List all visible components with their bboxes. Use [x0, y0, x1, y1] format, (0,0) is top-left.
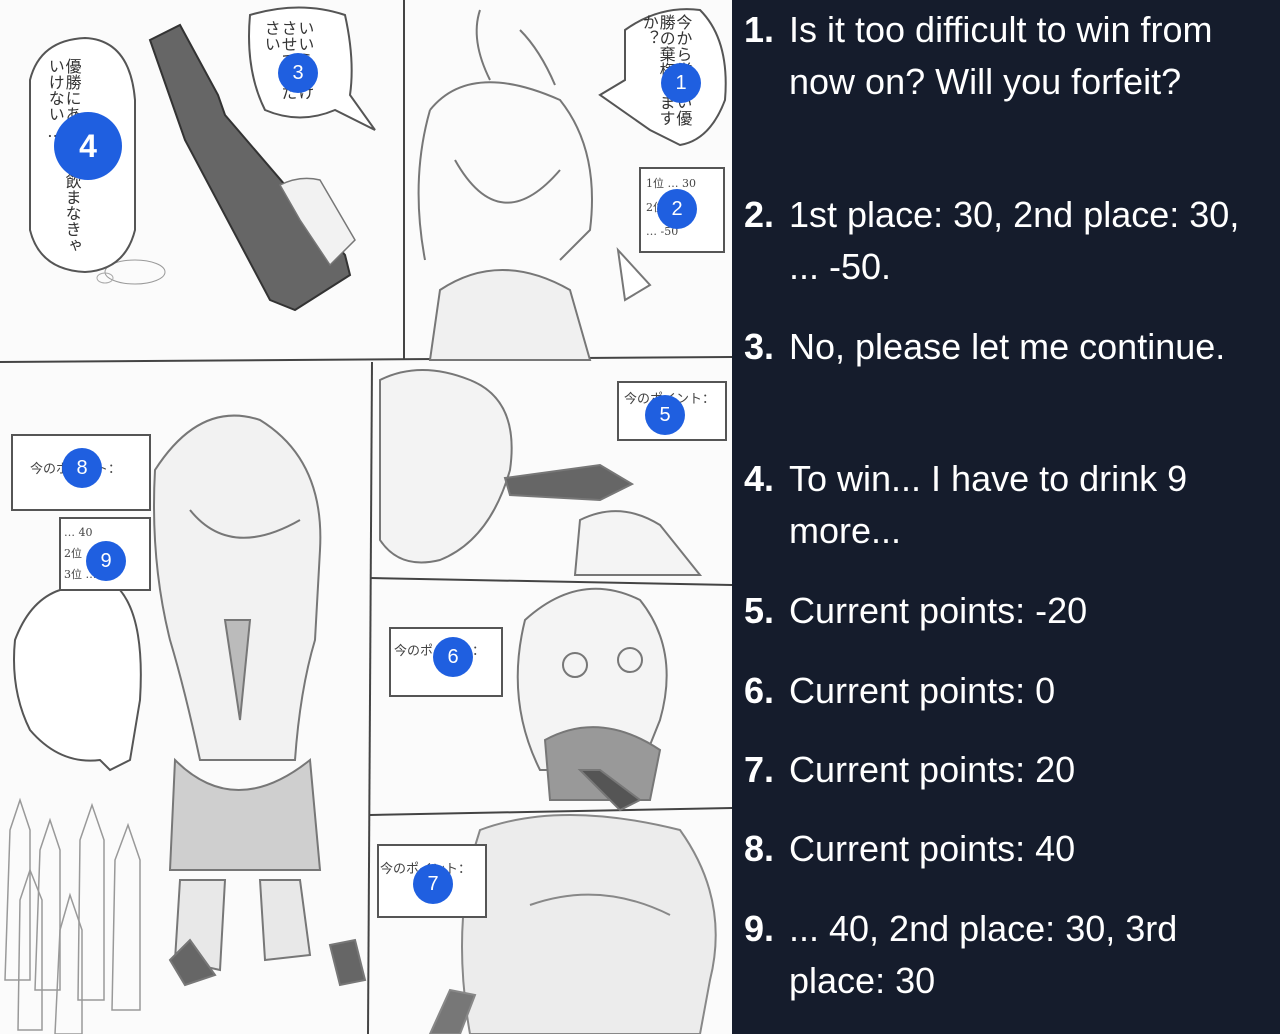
translation-item-8: 8. Current points: 40	[744, 823, 1264, 875]
marker-5: 5	[645, 395, 685, 435]
marker-1: 1	[661, 63, 701, 103]
translation-item-7: 7. Current points: 20	[744, 744, 1264, 796]
translation-number: 4.	[744, 458, 775, 499]
translation-item-4: 4. To win... I have to drink 9 more...	[744, 453, 1264, 557]
translation-text: Current points: 20	[789, 749, 1076, 790]
translation-text: To win... I have to drink 9 more...	[789, 458, 1188, 551]
marker-4: 4	[54, 112, 122, 180]
translation-item-6: 6. Current points: 0	[744, 665, 1264, 717]
translation-panel: 1. Is it too difficult to win from now on…	[732, 0, 1280, 1034]
marker-2: 2	[657, 189, 697, 229]
translation-text: No, please let me continue.	[789, 326, 1226, 367]
marker-9: 9	[86, 541, 126, 581]
translation-number: 3.	[744, 326, 775, 367]
marker-3: 3	[278, 53, 318, 93]
translation-item-9: 9. ... 40, 2nd place: 30, 3rd place: 30	[744, 903, 1264, 1007]
marker-8: 8	[62, 448, 102, 488]
translation-text: Is it too difficult to win from now on? …	[789, 9, 1213, 102]
bottles-background	[4, 797, 141, 1034]
translation-number: 8.	[744, 828, 775, 869]
translation-number: 7.	[744, 749, 775, 790]
translation-text: Current points: -20	[789, 590, 1088, 631]
translation-item-1: 1. Is it too difficult to win from now on…	[744, 4, 1264, 108]
marker-6: 6	[433, 637, 473, 677]
translation-item-5: 5. Current points: -20	[744, 585, 1264, 637]
marker-7: 7	[413, 864, 453, 904]
translation-text: ... 40, 2nd place: 30, 3rd place: 30	[789, 908, 1178, 1001]
translation-item-2: 2. 1st place: 30, 2nd place: 30, ... -50.	[744, 189, 1264, 293]
translation-number: 6.	[744, 670, 775, 711]
translation-item-3: 3. No, please let me continue.	[744, 321, 1264, 373]
translation-number: 1.	[744, 9, 775, 50]
comic-page: 今から厳しい優勝の棄権しますか？ いいえ続けさせてください 優勝にあと9本飲まな…	[0, 0, 732, 1034]
translation-number: 2.	[744, 194, 775, 235]
translation-text: Current points: 0	[789, 670, 1056, 711]
translation-number: 5.	[744, 590, 775, 631]
translation-text: Current points: 40	[789, 828, 1076, 869]
translation-text: 1st place: 30, 2nd place: 30, ... -50.	[789, 194, 1240, 287]
translation-number: 9.	[744, 908, 775, 949]
